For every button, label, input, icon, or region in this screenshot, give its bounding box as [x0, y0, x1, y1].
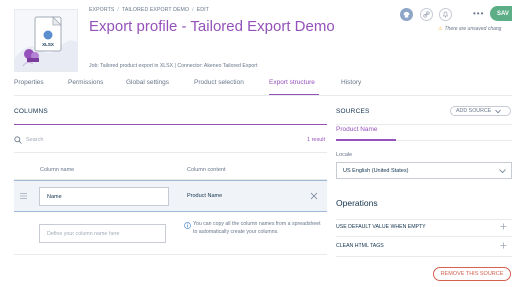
columns-title: COLUMNS [14, 108, 48, 115]
column-content-header: Column content [187, 167, 226, 173]
columns-title-underline [14, 124, 327, 125]
tab-export-structure[interactable]: Export structure [269, 79, 319, 95]
drag-handle-icon[interactable] [20, 193, 27, 201]
tabs-divider [14, 95, 512, 96]
bell-icon[interactable] [439, 8, 452, 21]
breadcrumb-profile[interactable]: TAILORED EXPORT DEMO [122, 7, 189, 13]
operation-default-value[interactable]: USE DEFAULT VALUE WHEN EMPTY [336, 219, 512, 235]
save-button[interactable]: SAV [490, 6, 512, 21]
plus-icon[interactable] [500, 242, 507, 249]
source-tab-product-name[interactable]: Product Name [336, 126, 378, 133]
operation-divider [336, 256, 512, 257]
search-divider [14, 152, 327, 153]
job-subline: Job: Tailored product export in XLSX | C… [89, 63, 258, 69]
locale-value: US English (United States) [343, 167, 409, 174]
plus-icon[interactable] [500, 223, 507, 230]
more-actions-button[interactable]: ••• [473, 9, 484, 18]
unsaved-changes-text: There are unsaved chang [444, 26, 502, 32]
tab-bar: Properties Permissions Global settings P… [14, 79, 512, 95]
column-content-value: Product Name [187, 193, 223, 199]
column-name-header: Column name [40, 167, 75, 173]
link-icon[interactable] [420, 8, 433, 21]
sources-title-divider [336, 124, 512, 125]
chevron-down-icon [495, 109, 502, 113]
tab-properties[interactable]: Properties [14, 79, 68, 95]
operations-title: Operations [336, 198, 378, 208]
add-source-button[interactable]: ADD SOURCE [450, 106, 511, 116]
operation-default-value-label: USE DEFAULT VALUE WHEN EMPTY [336, 224, 426, 230]
locale-select[interactable]: US English (United States) [336, 162, 512, 179]
delete-column-icon[interactable] [310, 192, 318, 202]
tab-product-selection[interactable]: Product selection [194, 79, 269, 95]
add-source-label: ADD SOURCE [456, 108, 492, 114]
thumbnail-format-label: XLSX [42, 42, 54, 47]
sources-title: SOURCES [336, 108, 370, 115]
search-input[interactable]: Search [26, 137, 226, 145]
source-tab-underline [336, 139, 396, 141]
unsaved-changes-warning: ⚠ There are unsaved chang [438, 26, 501, 32]
new-column-input[interactable]: Define your column name here [39, 224, 166, 243]
breadcrumb-exports[interactable]: EXPORTS [89, 7, 114, 13]
info-icon [184, 222, 191, 231]
user-avatar-icon[interactable] [400, 8, 413, 21]
breadcrumb-edit: EDIT [196, 7, 209, 13]
export-profile-thumbnail: XLSX [14, 9, 78, 72]
operation-divider [336, 236, 512, 237]
copy-columns-hint: You can copy all the column names from a… [193, 221, 321, 235]
remove-source-button[interactable]: REMOVE THIS SOURCE [433, 267, 511, 281]
breadcrumb: EXPORTS / TAILORED EXPORT DEMO / EDIT [89, 7, 209, 13]
operation-clean-html-label: CLEAN HTML TAGS [336, 243, 384, 249]
warning-icon: ⚠ [438, 26, 443, 32]
new-column-divider [14, 254, 327, 255]
search-icon [14, 136, 22, 146]
locale-label: Locale [336, 152, 353, 158]
tab-history[interactable]: History [341, 79, 381, 95]
search-result-count: 1 result [307, 137, 326, 143]
tab-global-settings[interactable]: Global settings [126, 79, 194, 95]
page-title: Export profile - Tailored Export Demo [89, 18, 335, 35]
operation-clean-html[interactable]: CLEAN HTML TAGS [336, 238, 512, 254]
chevron-down-icon [499, 169, 506, 174]
tab-permissions[interactable]: Permissions [68, 79, 126, 95]
column-name-input[interactable]: Name [39, 187, 169, 206]
